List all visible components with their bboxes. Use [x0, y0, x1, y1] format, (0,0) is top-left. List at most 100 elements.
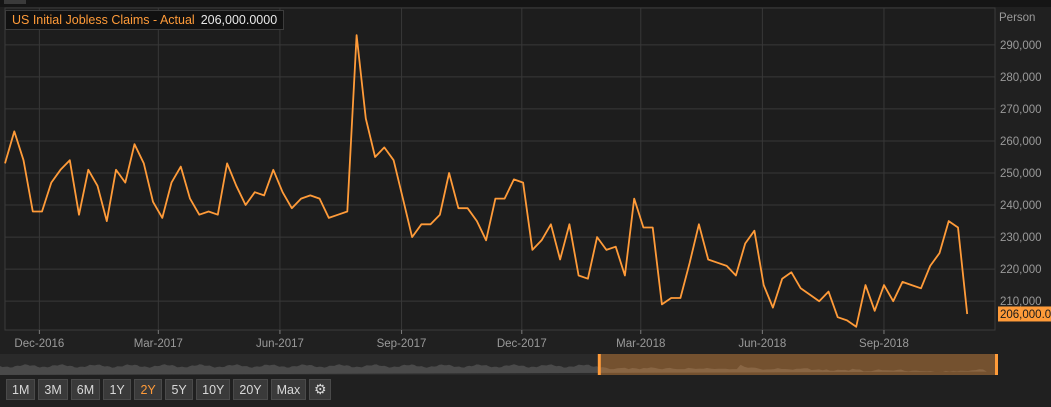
data-point — [669, 296, 673, 300]
data-point — [391, 158, 395, 162]
data-point — [151, 200, 155, 204]
data-point — [160, 216, 164, 220]
data-point — [752, 228, 756, 232]
data-point — [188, 196, 192, 200]
navigator-left-handle[interactable] — [597, 354, 601, 375]
data-point — [863, 283, 867, 287]
data-point — [558, 257, 562, 261]
gear-icon[interactable]: ⚙ — [309, 379, 332, 400]
data-point — [410, 235, 414, 239]
data-point — [678, 296, 682, 300]
last-value-marker-label: 206,000.0 — [1000, 309, 1051, 321]
data-point — [123, 180, 127, 184]
data-point — [299, 196, 303, 200]
data-point — [308, 193, 312, 197]
data-point — [928, 264, 932, 268]
data-point — [401, 196, 405, 200]
data-point — [114, 168, 118, 172]
data-point — [475, 219, 479, 223]
legend: US Initial Jobless Claims - Actual 206,0… — [5, 10, 285, 30]
data-point — [373, 155, 377, 159]
data-point — [919, 286, 923, 290]
data-point — [632, 196, 636, 200]
data-point — [206, 209, 210, 213]
data-point — [243, 203, 247, 207]
data-point — [345, 209, 349, 213]
y-tick-label: 230,000 — [1000, 232, 1042, 244]
data-point — [789, 270, 793, 274]
legend-series-name: US Initial Jobless Claims - Actual — [12, 13, 195, 27]
navigator-right-handle[interactable] — [995, 354, 998, 375]
data-point — [771, 305, 775, 309]
x-tick-label: Sep-2017 — [377, 338, 427, 350]
y-unit-label: Person — [999, 12, 1035, 24]
range-button-max[interactable]: Max — [270, 379, 307, 400]
x-tick-label: Jun-2018 — [738, 338, 786, 350]
range-button-1y[interactable]: 1Y — [103, 379, 132, 400]
range-button-2y[interactable]: 2Y — [134, 379, 163, 400]
data-point — [447, 171, 451, 175]
line-chart: 210,000 220,000 230,000 240,000 250,000 260,0… — [4, 0, 1051, 350]
data-point — [58, 168, 62, 172]
data-point — [438, 212, 442, 216]
range-button-6m[interactable]: 6M — [70, 379, 101, 400]
data-point — [336, 212, 340, 216]
data-point — [623, 273, 627, 277]
range-button-3m[interactable]: 3M — [38, 379, 68, 400]
last-value-marker: 206,000.0 — [998, 306, 1051, 322]
range-button-5y[interactable]: 5Y — [165, 379, 194, 400]
data-point — [808, 293, 812, 297]
data-point — [567, 222, 571, 226]
range-button-1m[interactable]: 1M — [6, 379, 36, 400]
data-point — [687, 261, 691, 265]
data-point — [854, 325, 858, 329]
range-navigator[interactable] — [0, 354, 998, 375]
y-tick-label: 290,000 — [1000, 40, 1042, 52]
data-point — [965, 312, 969, 316]
data-point — [845, 318, 849, 322]
data-point — [604, 248, 608, 252]
data-point — [974, 0, 978, 2]
data-point — [706, 257, 710, 261]
data-point — [280, 190, 284, 194]
data-point — [364, 116, 368, 120]
data-point — [484, 238, 488, 242]
data-point — [799, 286, 803, 290]
data-point — [12, 129, 16, 133]
data-point — [900, 280, 904, 284]
data-point — [549, 222, 553, 226]
data-point — [595, 235, 599, 239]
data-point — [197, 212, 201, 216]
data-point — [49, 180, 53, 184]
range-button-20y[interactable]: 20Y — [233, 379, 268, 400]
data-point — [743, 241, 747, 245]
data-point — [724, 264, 728, 268]
data-point — [382, 145, 386, 149]
data-point — [105, 219, 109, 223]
data-point — [641, 225, 645, 229]
range-button-10y[interactable]: 10Y — [196, 379, 231, 400]
x-tick-label: Dec-2016 — [14, 338, 64, 350]
data-point — [521, 180, 525, 184]
data-point — [882, 283, 886, 287]
data-point — [216, 212, 220, 216]
data-point — [456, 206, 460, 210]
y-tick-label: 240,000 — [1000, 200, 1042, 212]
data-point — [715, 261, 719, 265]
data-point — [761, 283, 765, 287]
navigator-selection[interactable] — [598, 354, 998, 375]
data-point — [271, 168, 275, 172]
x-tick-label: Mar-2017 — [134, 338, 183, 350]
data-point — [253, 190, 257, 194]
data-point — [817, 299, 821, 303]
data-point — [780, 277, 784, 281]
data-point — [660, 302, 664, 306]
x-tick-label: Sep-2018 — [859, 338, 909, 350]
x-tick-label: Dec-2017 — [497, 338, 547, 350]
y-tick-label: 220,000 — [1000, 264, 1042, 276]
data-point — [910, 283, 914, 287]
data-point — [86, 168, 90, 172]
data-point — [734, 273, 738, 277]
data-point — [262, 193, 266, 197]
legend-series-value: 206,000.0000 — [200, 13, 278, 27]
